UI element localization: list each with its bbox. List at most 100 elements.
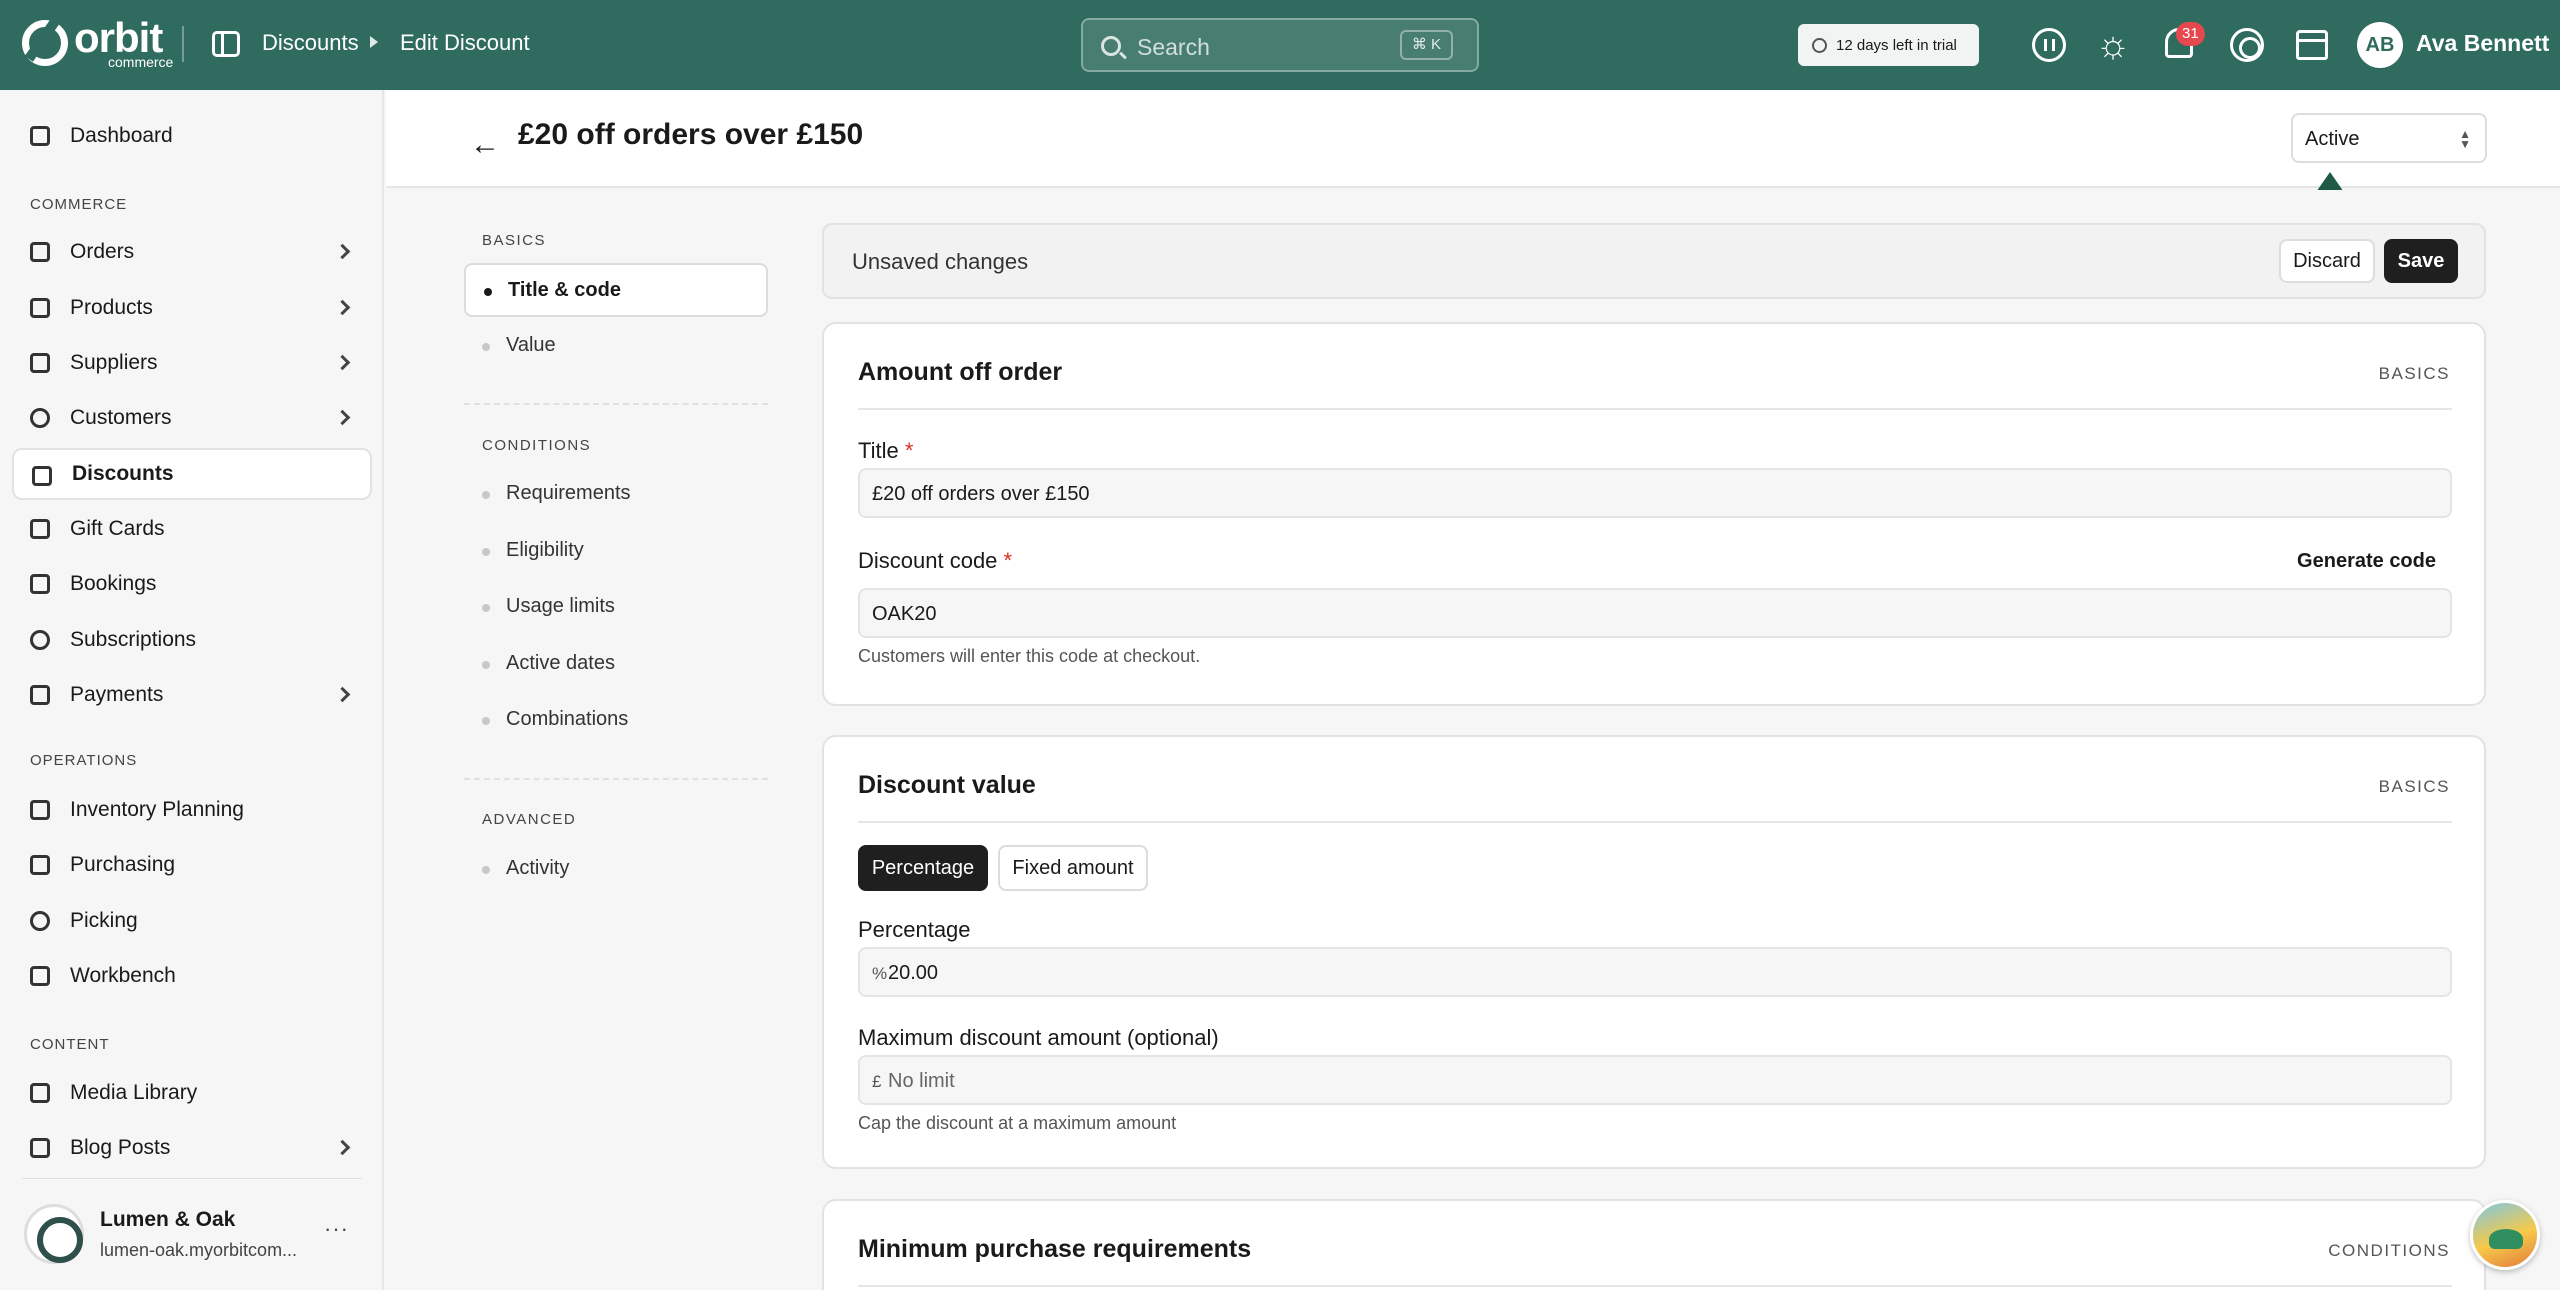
generate-code-button[interactable]: Generate code xyxy=(2297,550,2436,573)
sidebar-item-picking[interactable]: Picking xyxy=(12,895,372,947)
orbit-logo[interactable]: orbit commerce xyxy=(22,14,173,69)
toc-item-value[interactable]: Value xyxy=(464,320,768,374)
store-logo[interactable] xyxy=(24,1204,84,1264)
sidebar-item-label: Purchasing xyxy=(70,853,176,876)
page-title: £20 off orders over £150 xyxy=(518,118,864,151)
sidebar-item-discounts[interactable]: Discounts xyxy=(12,448,372,500)
toc-divider xyxy=(464,403,768,405)
calendar-icon xyxy=(30,574,50,594)
toc-divider xyxy=(464,778,768,780)
percentage-field[interactable]: % 20.00 xyxy=(858,947,2452,997)
assistant-chat-icon[interactable] xyxy=(2470,1200,2540,1270)
more-options-icon[interactable]: ··· xyxy=(324,1216,349,1242)
discount-code-field[interactable]: OAK20 xyxy=(858,588,2452,638)
discard-button[interactable]: Discard xyxy=(2279,239,2375,283)
sidebar-item-gift-cards[interactable]: Gift Cards xyxy=(12,503,372,555)
toc-section-advanced: ADVANCED xyxy=(482,811,577,828)
type-percentage-button[interactable]: Percentage xyxy=(858,845,988,891)
card-title: Discount value xyxy=(858,771,1036,799)
card-divider xyxy=(858,821,2452,823)
title-field-label: Title * xyxy=(858,438,914,463)
sidebar-item-label: Subscriptions xyxy=(70,628,197,651)
sidebar-item-label: Discounts xyxy=(72,462,174,485)
sidebar-item-label: Suppliers xyxy=(70,351,158,374)
storefront-icon[interactable] xyxy=(2296,30,2328,60)
toc-item-eligibility[interactable]: Eligibility xyxy=(464,525,768,579)
clipboard-icon xyxy=(30,800,50,820)
user-name[interactable]: Ava Bennett xyxy=(2416,30,2549,57)
toc-item-combinations[interactable]: Combinations xyxy=(464,694,768,748)
pause-icon[interactable] xyxy=(2032,28,2066,62)
gift-icon xyxy=(30,519,50,539)
select-updown-icon: ▲ ▼ xyxy=(2459,127,2471,151)
store-url: lumen-oak.myorbitcom... xyxy=(100,1240,298,1260)
sidebar-item-blog-posts[interactable]: Blog Posts xyxy=(12,1122,372,1174)
toc-item-active-dates[interactable]: Active dates xyxy=(464,638,768,692)
user-avatar[interactable]: AB xyxy=(2357,22,2403,68)
sidebar-item-media-library[interactable]: Media Library xyxy=(12,1067,372,1119)
sidebar-item-label: Bookings xyxy=(70,572,157,595)
card-section-tag: CONDITIONS xyxy=(2328,1241,2450,1260)
sidebar-item-payments[interactable]: Payments xyxy=(12,669,372,721)
toc-item-requirements[interactable]: Requirements xyxy=(464,468,768,522)
chevron-right-icon xyxy=(334,686,351,703)
back-arrow-icon[interactable]: ← xyxy=(470,128,500,162)
sidebar-item-dashboard[interactable]: Dashboard xyxy=(12,110,372,162)
required-marker: * xyxy=(1003,548,1013,573)
sidebar-item-products[interactable]: Products xyxy=(12,282,372,334)
building-icon xyxy=(30,353,50,373)
title-field[interactable]: £20 off orders over £150 xyxy=(858,468,2452,518)
percentage-value: 20.00 xyxy=(888,962,939,984)
sun-icon[interactable]: ☼ xyxy=(2094,26,2132,64)
breadcrumb-caret-icon xyxy=(370,36,378,48)
tag-icon xyxy=(32,466,52,486)
status-select[interactable]: Active ▲ ▼ xyxy=(2291,113,2487,163)
credit-card-icon xyxy=(30,685,50,705)
breadcrumb-discounts[interactable]: Discounts xyxy=(262,30,359,56)
toc-bullet-icon xyxy=(482,343,490,351)
toc-item-activity[interactable]: Activity xyxy=(464,843,768,897)
toc-item-title-code[interactable]: Title & code xyxy=(464,263,768,317)
logo-word: orbit xyxy=(74,14,163,61)
discount-code-label: Discount code * xyxy=(858,548,1013,573)
chevron-right-icon xyxy=(334,1139,351,1156)
sidebar-item-purchasing[interactable]: Purchasing xyxy=(12,839,372,891)
section-label-commerce: COMMERCE xyxy=(30,196,128,213)
store-name[interactable]: Lumen & Oak xyxy=(100,1208,235,1232)
sidebar-item-customers[interactable]: Customers xyxy=(12,392,372,444)
type-fixed-amount-button[interactable]: Fixed amount xyxy=(998,845,1148,891)
pound-prefix: £ xyxy=(872,1072,882,1091)
sidebar-item-bookings[interactable]: Bookings xyxy=(12,558,372,610)
topbar-divider xyxy=(182,26,184,62)
search-input[interactable]: Search ⌘ K xyxy=(1081,18,1479,72)
chevron-right-icon xyxy=(334,299,351,316)
sidebar-item-inventory-planning[interactable]: Inventory Planning xyxy=(12,784,372,836)
sidebar-item-orders[interactable]: Orders xyxy=(12,226,372,278)
chevron-right-icon xyxy=(334,354,351,371)
save-button[interactable]: Save xyxy=(2384,239,2458,283)
sidebar-item-workbench[interactable]: Workbench xyxy=(12,950,372,1002)
percentage-label: Percentage xyxy=(858,917,971,942)
toc-item-label: Combinations xyxy=(506,708,629,730)
card-title: Amount off order xyxy=(858,358,1063,386)
clock-icon xyxy=(1812,38,1827,53)
sidebar-item-subscriptions[interactable]: Subscriptions xyxy=(12,614,372,666)
max-discount-field[interactable]: £ No limit xyxy=(858,1055,2452,1105)
toc-item-label: Title & code xyxy=(508,279,621,301)
sidebar-item-label: Blog Posts xyxy=(70,1136,171,1159)
toc-bullet-icon xyxy=(482,661,490,669)
search-shortcut-hint: ⌘ K xyxy=(1399,30,1453,60)
top-bar: orbit commerce Discounts Edit Discount S… xyxy=(0,0,2560,90)
sidebar-toggle-icon[interactable] xyxy=(212,31,240,57)
receipt-icon xyxy=(30,242,50,262)
toc-item-label: Eligibility xyxy=(506,539,584,561)
help-lifebuoy-icon[interactable] xyxy=(2230,28,2264,62)
sidebar-item-suppliers[interactable]: Suppliers xyxy=(12,337,372,389)
toc-item-label: Requirements xyxy=(506,482,631,504)
trial-text: 12 days left in trial xyxy=(1836,36,1957,54)
users-icon xyxy=(30,408,50,428)
sidebar-item-label: Customers xyxy=(70,406,172,429)
trial-badge[interactable]: 12 days left in trial xyxy=(1798,24,1979,66)
unsaved-changes-bar: Unsaved changes Discard Save xyxy=(822,223,2486,299)
toc-item-usage-limits[interactable]: Usage limits xyxy=(464,581,768,635)
